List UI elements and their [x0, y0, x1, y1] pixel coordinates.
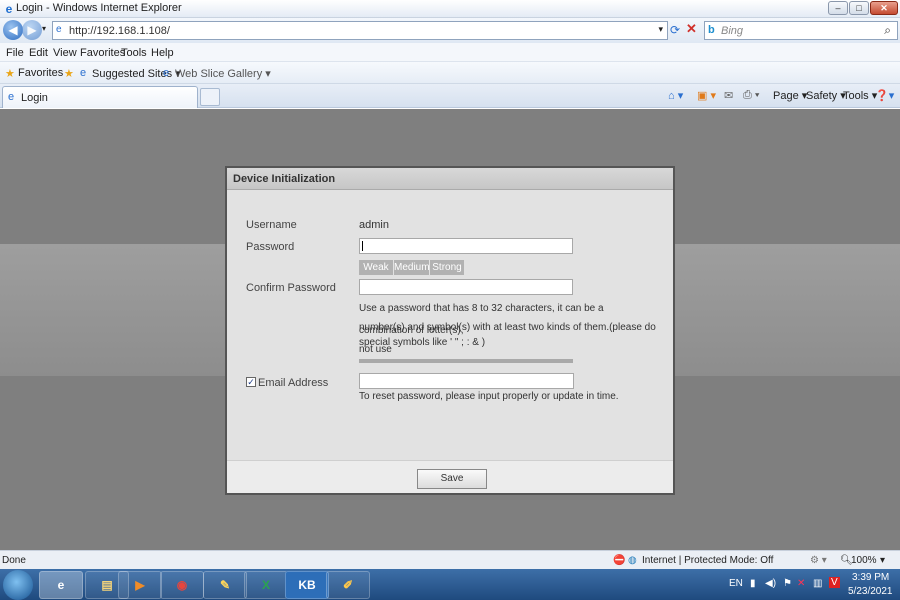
- strength-strong: Strong: [430, 260, 464, 275]
- print-icon[interactable]: ⎙ ▾: [743, 89, 759, 102]
- tab-page-icon: e: [8, 91, 15, 103]
- favorites-button[interactable]: Favorites: [18, 67, 63, 79]
- address-bar[interactable]: e http://192.168.1.108/ ▾: [52, 21, 668, 40]
- email-checkbox[interactable]: ✓: [246, 377, 256, 387]
- email-hint: To reset password, please input properly…: [359, 391, 619, 402]
- address-url[interactable]: http://192.168.1.108/: [69, 25, 170, 37]
- favorites-star-icon: ★: [5, 68, 15, 80]
- text-caret: [362, 241, 363, 251]
- taskbar-paint-icon[interactable]: ✐: [326, 571, 370, 599]
- confirm-password-field[interactable]: [359, 279, 573, 295]
- safety-menu[interactable]: Safety ▾: [806, 89, 846, 102]
- help-icon[interactable]: ❓▾: [875, 89, 894, 102]
- divider: [359, 359, 573, 363]
- feeds-icon[interactable]: ▣ ▾: [697, 89, 716, 102]
- taskbar-media-player-icon[interactable]: ▶: [118, 571, 162, 599]
- favorites-bar: ★ Favorites ★ e Suggested Sites ▾ e Web …: [0, 62, 900, 84]
- username-label: Username: [246, 219, 297, 231]
- read-mail-icon[interactable]: ✉: [724, 89, 733, 102]
- strength-medium: Medium: [394, 260, 430, 275]
- web-slice-gallery-link[interactable]: Web Slice Gallery ▾: [175, 67, 271, 80]
- menu-file[interactable]: File: [6, 47, 24, 59]
- page-menu[interactable]: Page ▾: [773, 89, 807, 102]
- search-box[interactable]: b Bing ⌕: [704, 21, 898, 40]
- password-field[interactable]: [359, 238, 573, 254]
- title-bar: e Login - Windows Internet Explorer ‒ □ …: [0, 0, 900, 18]
- search-icon[interactable]: ⌕: [884, 23, 891, 38]
- taskbar-ie-icon[interactable]: e: [39, 571, 83, 599]
- volume-icon[interactable]: ◀): [765, 578, 776, 589]
- navigation-bar: ◀ ▶ ▾ e http://192.168.1.108/ ▾ ⟳ ✕ b Bi…: [0, 18, 900, 43]
- tools-menu[interactable]: Tools ▾: [843, 89, 877, 102]
- home-icon[interactable]: ⌂ ▾: [668, 89, 683, 102]
- zoom-dropdown-icon[interactable]: ▾: [880, 555, 885, 566]
- taskbar-excel-icon[interactable]: X: [244, 571, 288, 599]
- dialog-title: Device Initialization: [233, 173, 336, 185]
- device-initialization-dialog: Device Initialization Username admin Pas…: [225, 166, 675, 495]
- tab-label: Login: [21, 92, 48, 104]
- clock-date[interactable]: 5/23/2021: [848, 586, 893, 597]
- taskbar-chrome-icon[interactable]: ◉: [160, 571, 204, 599]
- back-button[interactable]: ◀: [3, 20, 23, 40]
- tab-login[interactable]: e Login: [2, 86, 198, 108]
- strength-weak: Weak: [359, 260, 393, 275]
- tray-app-icon[interactable]: ✕: [797, 578, 805, 589]
- protected-mode-icon: ⛔: [613, 555, 626, 566]
- tray-device-icon[interactable]: ▥: [813, 578, 822, 589]
- menu-favorites[interactable]: Favorites: [80, 47, 125, 59]
- action-center-icon[interactable]: ⚑: [783, 578, 792, 589]
- password-label: Password: [246, 241, 295, 253]
- taskbar-kb-icon[interactable]: KB: [285, 571, 329, 599]
- internet-zone-icon: ◍: [628, 555, 637, 566]
- menu-tools[interactable]: Tools: [121, 47, 147, 59]
- ie-icon: e: [5, 2, 13, 16]
- language-indicator[interactable]: EN: [729, 578, 743, 589]
- zoom-level[interactable]: 100%: [851, 555, 877, 566]
- clock-time[interactable]: 3:39 PM: [852, 572, 889, 583]
- refresh-icon[interactable]: ⟳: [670, 23, 680, 37]
- start-button[interactable]: [3, 570, 33, 600]
- save-button[interactable]: Save: [417, 469, 487, 489]
- suggested-sites-icon: e: [80, 67, 87, 79]
- search-placeholder[interactable]: Bing: [721, 25, 743, 37]
- new-tab-button[interactable]: [200, 88, 220, 106]
- taskbar-notepad-icon[interactable]: ✎: [203, 571, 247, 599]
- popup-blocker-icon[interactable]: ⚙ ▾: [810, 555, 827, 566]
- network-icon[interactable]: ▮: [750, 578, 756, 589]
- username-value: admin: [359, 219, 389, 231]
- confirm-password-label: Confirm Password: [246, 282, 336, 294]
- forward-button[interactable]: ▶: [22, 20, 42, 40]
- email-label: Email Address: [258, 377, 329, 389]
- bing-icon: b: [708, 24, 715, 36]
- status-bar: Done ⛔ ◍ Internet | Protected Mode: Off …: [0, 550, 900, 569]
- status-text: Done: [2, 555, 26, 566]
- antivirus-icon[interactable]: V: [829, 577, 840, 588]
- password-hint-line-3: special symbols like ' " ; : & ): [359, 337, 486, 348]
- menu-view[interactable]: View: [53, 47, 77, 59]
- close-button[interactable]: ✕: [870, 1, 898, 15]
- security-zone-text[interactable]: Internet | Protected Mode: Off: [642, 555, 773, 566]
- window-title: Login - Windows Internet Explorer: [16, 2, 182, 14]
- stop-icon[interactable]: ✕: [686, 21, 697, 37]
- address-dropdown-icon[interactable]: ▾: [658, 24, 663, 35]
- tab-row: e Login ⌂ ▾ ▣ ▾ ✉ ⎙ ▾ Page ▾ Safety ▾ To…: [0, 84, 900, 108]
- recent-pages-dropdown[interactable]: ▾: [42, 24, 46, 33]
- dialog-footer: Save: [227, 460, 673, 493]
- add-favorite-icon[interactable]: ★: [64, 67, 74, 80]
- maximize-button[interactable]: □: [849, 1, 869, 15]
- dialog-header: Device Initialization: [227, 168, 673, 190]
- web-slice-icon: e: [163, 67, 170, 79]
- page-icon: e: [56, 24, 62, 35]
- menu-help[interactable]: Help: [151, 47, 174, 59]
- email-field[interactable]: [359, 373, 574, 389]
- menu-edit[interactable]: Edit: [29, 47, 48, 59]
- minimize-button[interactable]: ‒: [828, 1, 848, 15]
- taskbar: e ▤ ▶ ◉ ✎ X KB ✐ EN ▮ ◀) ⚑ ✕ ▥ V 3:39 PM…: [0, 569, 900, 600]
- menu-bar: File Edit View Favorites Tools Help: [0, 43, 900, 62]
